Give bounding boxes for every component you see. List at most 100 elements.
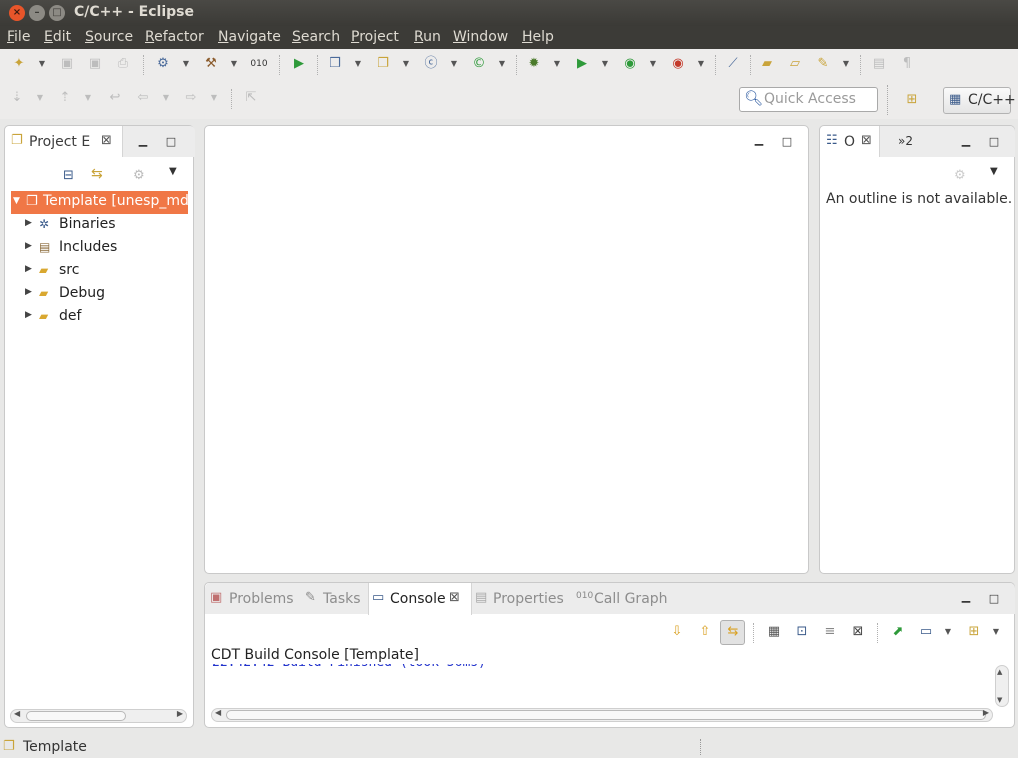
scroll-thumb[interactable] [26, 711, 126, 721]
build-all-dropdown[interactable]: ▼ [182, 55, 190, 73]
next-annotation-dropdown[interactable]: ▼ [36, 89, 44, 107]
menu-navigate[interactable]: Navigate [218, 29, 281, 45]
pilcrow-icon[interactable]: ¶ [898, 55, 916, 73]
new-folder-dropdown[interactable]: ▼ [402, 55, 410, 73]
tab-project-explorer[interactable]: ❐ Project E ⊠ [5, 126, 123, 157]
run-dropdown[interactable]: ▼ [601, 55, 609, 73]
menu-project[interactable]: Project [351, 29, 399, 45]
tab-call-graph[interactable]: Call Graph [594, 591, 668, 607]
prev-annotation-dropdown[interactable]: ▼ [84, 89, 92, 107]
more-views-button[interactable]: »2 [898, 134, 913, 148]
new-console-icon[interactable]: ⊞ [965, 623, 983, 641]
tab-console[interactable]: Console [390, 591, 446, 607]
word-wrap-icon[interactable]: ≡ [821, 623, 839, 641]
link-with-editor-icon[interactable]: ⇆ [91, 166, 103, 182]
debug-dropdown[interactable]: ▼ [553, 55, 561, 73]
search-icon[interactable]: ✎ [814, 55, 832, 73]
new-file-dropdown[interactable]: ▼ [498, 55, 506, 73]
pin-console-icon[interactable]: ⊡ [793, 623, 811, 641]
scroll-down-arrow-icon[interactable]: ▼ [997, 696, 1002, 704]
new-cpp-project-icon[interactable]: ❒ [326, 55, 344, 73]
external-tools-icon[interactable]: ◉ [669, 55, 687, 73]
new-console-dropdown[interactable]: ▼ [992, 623, 1000, 641]
perspective-cpp-button[interactable]: ▦ C/C++ [943, 87, 1016, 114]
menu-source[interactable]: Source [85, 29, 133, 45]
expand-arrow-icon[interactable]: ▶ [25, 241, 32, 251]
last-edit-icon[interactable]: ↩ [106, 89, 124, 107]
menu-run[interactable]: Run [414, 29, 441, 45]
open-console-icon[interactable]: ⬈ [889, 623, 907, 641]
expand-arrow-icon[interactable]: ▼ [13, 196, 20, 206]
scroll-down-icon[interactable]: ⇩ [668, 623, 686, 641]
maximize-icon[interactable]: □ [780, 135, 794, 149]
tab-properties[interactable]: Properties [493, 591, 564, 607]
filter-icon[interactable]: ⚙ [954, 168, 966, 183]
print-icon[interactable]: ⎙ [114, 55, 132, 73]
hammer-build-icon[interactable]: ⚒ [202, 55, 220, 73]
prev-annotation-icon[interactable]: ⇡ [56, 89, 74, 107]
close-tab-icon[interactable]: ⊠ [449, 590, 460, 605]
scroll-up-arrow-icon[interactable]: ▲ [997, 668, 1002, 676]
menu-search[interactable]: Search [292, 29, 340, 45]
open-folder-icon[interactable]: ▱ [786, 55, 804, 73]
next-annotation-icon[interactable]: ⇣ [8, 89, 26, 107]
maximize-window-button[interactable]: □ [49, 5, 65, 21]
minimize-icon[interactable]: ▁ [136, 134, 150, 148]
scroll-lock-icon[interactable]: ⇆ [724, 623, 742, 641]
build-dropdown[interactable]: ▼ [230, 55, 238, 73]
view-menu-icon[interactable]: ▼ [990, 166, 998, 177]
collapse-all-icon[interactable]: ⊟ [63, 168, 74, 183]
expand-arrow-icon[interactable]: ▶ [25, 218, 32, 228]
minimize-window-button[interactable]: – [29, 5, 45, 21]
profile-dropdown[interactable]: ▼ [649, 55, 657, 73]
profile-icon[interactable]: ◉ [621, 55, 639, 73]
binary-icon[interactable]: 010 [250, 55, 268, 73]
scroll-right-icon[interactable]: ▶ [983, 708, 989, 717]
search-dropdown[interactable]: ▼ [842, 55, 850, 73]
quick-access-input[interactable]: 🔍︎ Quick Access [739, 87, 878, 112]
close-tab-icon[interactable]: ⊠ [861, 133, 872, 148]
annotation-icon[interactable]: ▤ [870, 55, 888, 73]
new-source-file-icon[interactable]: © [470, 55, 488, 73]
debug-icon[interactable]: ✹ [525, 55, 543, 73]
new-dropdown[interactable]: ▼ [38, 55, 46, 73]
scroll-left-icon[interactable]: ◀ [14, 709, 20, 718]
new-source-folder-icon[interactable]: ❐ [374, 55, 392, 73]
scroll-thumb[interactable] [226, 710, 986, 720]
tab-problems[interactable]: Problems [229, 591, 294, 607]
maximize-icon[interactable]: □ [987, 592, 1001, 606]
horizontal-scrollbar[interactable]: ◀ ▶ [211, 708, 993, 722]
scroll-left-icon[interactable]: ◀ [215, 708, 221, 717]
menu-window[interactable]: Window [453, 29, 508, 45]
forward-icon[interactable]: ⇨ [182, 89, 200, 107]
maximize-icon[interactable]: □ [164, 135, 178, 149]
clear-console-icon[interactable]: ▦ [765, 623, 783, 641]
open-perspective-icon[interactable]: ⊞ [903, 91, 921, 109]
vertical-scrollbar[interactable]: ▲ ▼ [995, 665, 1009, 707]
external-tools-dropdown[interactable]: ▼ [697, 55, 705, 73]
tab-tasks[interactable]: Tasks [323, 591, 361, 607]
skip-breakpoints-icon[interactable]: ⟋ [724, 55, 742, 73]
build-all-icon[interactable]: ⚙ [154, 55, 172, 73]
filter-icon[interactable]: ⚙ [133, 168, 145, 183]
expand-arrow-icon[interactable]: ▶ [25, 287, 32, 297]
tree-item-template[interactable]: ▼ ❐ Template [unesp_md [11, 191, 189, 214]
new-class-icon[interactable]: ⓒ [422, 55, 440, 73]
scroll-right-icon[interactable]: ▶ [177, 709, 183, 718]
display-console-dropdown[interactable]: ▼ [944, 623, 952, 641]
view-menu-icon[interactable]: ▼ [169, 166, 177, 177]
display-console-icon[interactable]: ▭ [917, 623, 935, 641]
close-window-button[interactable]: × [9, 5, 25, 21]
pin-editor-icon[interactable]: ⇱ [242, 89, 260, 107]
horizontal-scrollbar[interactable]: ◀ ▶ [10, 709, 187, 723]
back-icon[interactable]: ⇦ [134, 89, 152, 107]
console-output[interactable]: 22:42:42 Build Finished (took 56ms) [210, 664, 996, 706]
scroll-up-icon[interactable]: ⇧ [696, 623, 714, 641]
remove-launch-icon[interactable]: ⊠ [849, 623, 867, 641]
maximize-icon[interactable]: □ [987, 135, 1001, 149]
tab-outline[interactable]: ☷ O ⊠ [820, 126, 880, 157]
new-project-dropdown[interactable]: ▼ [354, 55, 362, 73]
save-icon[interactable]: ▣ [58, 55, 76, 73]
menu-edit[interactable]: Edit [44, 29, 71, 45]
menu-file[interactable]: File [7, 29, 30, 45]
